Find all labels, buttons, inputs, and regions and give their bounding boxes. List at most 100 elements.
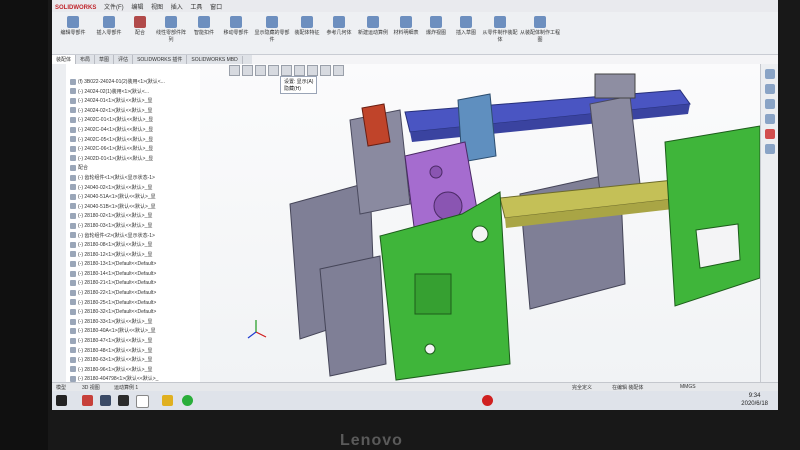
file-explorer-icon[interactable] [765, 99, 775, 109]
section-view-icon[interactable] [268, 65, 279, 76]
tree-item[interactable]: (-) 28180-02<1>(默认<<默认>_显 [70, 212, 200, 222]
tray-app-icon[interactable] [482, 395, 493, 406]
scene-icon[interactable] [333, 65, 344, 76]
view-palette-icon[interactable] [765, 114, 775, 124]
pattern-icon [165, 16, 177, 28]
tree-item[interactable]: (-) 28180-13<1>(Default<<Default> [70, 260, 200, 270]
part-icon [70, 241, 76, 248]
wechat-icon[interactable] [182, 395, 193, 406]
ribbon-reference-geometry[interactable]: 参考几何体 [324, 16, 354, 36]
tree-item[interactable]: (-) 2402C-05<1>(默认<<默认>_显 [70, 136, 200, 146]
tree-item-label: (-) 28180-08<1>(默认<<默认>_显 [78, 242, 153, 249]
popup-line-1[interactable]: 设置: 显示(A) [284, 78, 313, 85]
tree-item[interactable]: 配合 [70, 164, 200, 174]
tree-item[interactable]: (-) 28180-40A<1>(默认<<默认>_显 [70, 327, 200, 337]
previous-view-icon[interactable] [255, 65, 266, 76]
tree-item[interactable]: (-) 2402C-04<1>(默认<<默认>_显 [70, 126, 200, 136]
file-explorer-taskbar-icon[interactable] [162, 395, 173, 406]
zoom-area-icon[interactable] [242, 65, 253, 76]
appearance-icon[interactable] [320, 65, 331, 76]
tree-item[interactable]: (-) 齿轮组件<1>(默认<显示状态-1> [70, 174, 200, 184]
ribbon-motion-study[interactable]: 新建运动算例 [356, 16, 390, 36]
tree-item[interactable]: (-) 28180-21<1>(Default<<Default> [70, 279, 200, 289]
tree-item[interactable]: (-) 28180-96<1>(默认<<默认>_显 [70, 366, 200, 376]
ribbon-show-hidden[interactable]: 显示隐藏的零部件 [254, 16, 290, 43]
tree-item[interactable]: (-) 28180-33<1>(默认<<默认>_显 [70, 318, 200, 328]
tree-item[interactable]: (-) 28180-63<1>(默认<<默认>_显 [70, 356, 200, 366]
tree-item[interactable]: (-) 28180-47<1>(默认<<默认>_显 [70, 337, 200, 347]
tree-item[interactable]: (-) 24024-02<1>(默认<<默认>_显 [70, 107, 200, 117]
design-library-icon[interactable] [765, 84, 775, 94]
tree-item-label: (-) 28180-21<1>(Default<<Default> [78, 280, 157, 287]
tab-assembly[interactable]: 装配体 [52, 55, 77, 64]
hide-show-icon[interactable] [307, 65, 318, 76]
tree-item[interactable]: (-) 28180-12<1>(默认<<默认>_显 [70, 251, 200, 261]
status-units[interactable]: MMGS [680, 384, 696, 390]
ribbon-insert-sketch[interactable]: 插入草图 [452, 16, 480, 36]
ribbon-make-assembly[interactable]: 从零件制作装配体 [482, 16, 518, 43]
resources-icon[interactable] [765, 69, 775, 79]
tab-evaluate[interactable]: 评估 [114, 55, 134, 64]
view-orientation-icon[interactable] [281, 65, 292, 76]
tab-layout[interactable]: 布局 [76, 55, 96, 64]
ribbon-smart-fastener[interactable]: 智能扣件 [190, 16, 218, 36]
tree-item[interactable]: (-) 28180-48<1>(默认<<默认>_显 [70, 347, 200, 357]
tree-item[interactable]: (-) 2402C-01<1>(默认<<默认>_显 [70, 116, 200, 126]
app-icon-3[interactable] [118, 395, 129, 406]
start-icon[interactable] [56, 395, 67, 406]
tree-item[interactable]: (-) 24040-02<1>(默认<<默认>_显 [70, 184, 200, 194]
ribbon-move-component[interactable]: 移动零部件 [220, 16, 252, 36]
bottom-tab-model[interactable]: 模型 [56, 384, 66, 391]
tree-item-label: (-) 24040-02<1>(默认<<默认>_显 [78, 184, 153, 191]
tree-item[interactable]: (-) 28180-22<1>(Default<<Default> [70, 289, 200, 299]
tree-item[interactable]: (-) 2402D-01<1>(默认<<默认>_显 [70, 155, 200, 165]
app-icon-4[interactable] [136, 395, 149, 408]
tab-sketch[interactable]: 草图 [95, 55, 115, 64]
tree-item[interactable]: (-) 28180-404798<1>(默认<<默认>_ [70, 375, 200, 382]
tree-item-label: (f) 3B022-24024-01(2)装用<1>(默认<... [78, 79, 165, 85]
tree-item[interactable]: (f) 3B022-24024-01(2)装用<1>(默认<... [70, 78, 200, 88]
tab-addins[interactable]: SOLIDWORKS 插件 [133, 55, 188, 64]
display-style-icon[interactable] [294, 65, 305, 76]
tree-item-label: (-) 28180-48<1>(默认<<默认>_显 [78, 347, 153, 354]
ribbon-mate[interactable]: 配合 [128, 16, 152, 36]
tree-item[interactable]: (-) 24040-51B<1>(默认<<默认>_显 [70, 203, 200, 213]
tree-item[interactable]: (-) 28180-25<1>(Default<<Default> [70, 299, 200, 309]
ribbon-bom[interactable]: 材料明细表 [392, 16, 420, 36]
assembly-model [247, 73, 778, 381]
tree-item[interactable]: (-) 28180-14<1>(Default<<Default> [70, 270, 200, 280]
command-manager-tabs: 装配体 布局 草图 评估 SOLIDWORKS 插件 SOLIDWORKS MBD [52, 55, 252, 64]
zoom-fit-icon[interactable] [229, 65, 240, 76]
taskbar-clock[interactable]: 9:34 2020/6/18 [741, 392, 768, 408]
bottom-tab-3d-views[interactable]: 3D 视图 [82, 384, 100, 391]
ribbon-edit-component[interactable]: 编辑零部件 [56, 16, 90, 36]
appearances-icon[interactable] [765, 129, 775, 139]
context-popup[interactable]: 设置: 显示(A) 隐藏(H) [280, 76, 318, 94]
tree-item[interactable]: (-) 2402C-06<1>(默认<<默认>_显 [70, 145, 200, 155]
ribbon-make-drawing[interactable]: 从装配体制作工程图 [520, 16, 560, 43]
tree-item[interactable]: (-) 28180-32<1>(Default<<Default> [70, 308, 200, 318]
custom-properties-icon[interactable] [765, 144, 775, 154]
tree-item-label: (-) 24024-02(1)装用<1>(默认<... [78, 88, 149, 95]
tree-item[interactable]: (-) 24040-51A<1>(默认<<默认>_显 [70, 193, 200, 203]
ribbon-insert-component[interactable]: 插入零部件 [92, 16, 126, 36]
app-icon-2[interactable] [100, 395, 111, 406]
bottom-tab-motion-study[interactable]: 运动算例 1 [114, 384, 138, 391]
model-top-mechanism [594, 73, 636, 99]
ribbon-pattern[interactable]: 线性零部件阵列 [154, 16, 188, 43]
tree-item[interactable]: (-) 28180-08<1>(默认<<默认>_显 [70, 241, 200, 251]
tree-item[interactable]: (-) 齿轮组件<2>(默认<显示状态-1> [70, 232, 200, 242]
popup-line-2[interactable]: 隐藏(H) [284, 85, 313, 92]
tree-item-label: 配合 [78, 165, 89, 172]
tree-item[interactable]: (-) 24024-01<1>(默认<<默认>_显 [70, 97, 200, 107]
tree-item[interactable]: (-) 24024-02(1)装用<1>(默认<... [70, 88, 200, 98]
ribbon-assembly-feature[interactable]: 装配体特征 [292, 16, 322, 36]
tab-mbd[interactable]: SOLIDWORKS MBD [187, 56, 243, 64]
graphics-viewport[interactable] [200, 64, 778, 382]
tree-item-label: (-) 24040-51A<1>(默认<<默认>_显 [78, 194, 156, 201]
bom-icon [400, 16, 412, 28]
clock-date: 2020/6/18 [741, 401, 768, 407]
app-icon-1[interactable] [82, 395, 93, 406]
tree-item[interactable]: (-) 28180-03<1>(默认<<默认>_显 [70, 222, 200, 232]
ribbon-explode[interactable]: 爆炸视图 [422, 16, 450, 36]
